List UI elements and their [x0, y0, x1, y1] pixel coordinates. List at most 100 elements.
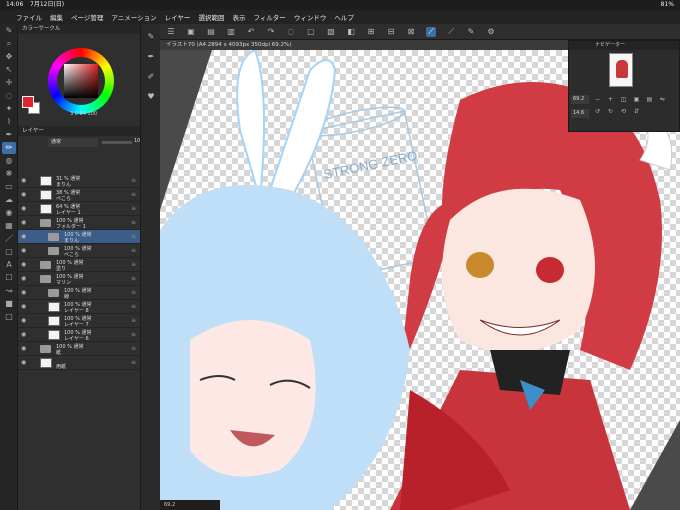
- canvas-tab[interactable]: イラスト70 (A4 2894 x 4093px 350dpi 69.2%): [160, 40, 570, 50]
- stabilizer-icon[interactable]: ⟋: [446, 27, 456, 37]
- layer-drag-handle-icon[interactable]: ≡: [131, 275, 136, 282]
- snap-icon[interactable]: ⊞: [366, 27, 376, 37]
- layer-drag-handle-icon[interactable]: ≡: [131, 261, 136, 268]
- undo-icon[interactable]: ↶: [246, 27, 256, 37]
- zoom-icon[interactable]: ⌕: [2, 38, 16, 50]
- main-color-swatch[interactable]: [22, 96, 34, 108]
- menu-window[interactable]: ウィンドウ: [294, 12, 327, 22]
- navigator-zoom-value[interactable]: 69.2: [571, 95, 589, 104]
- visibility-eye-icon[interactable]: ◉: [21, 219, 26, 226]
- layer-row[interactable]: ◉ 100 % 通常 レイヤー 6 ≡: [18, 328, 140, 342]
- selection-icon[interactable]: ◌: [286, 27, 296, 37]
- visibility-eye-icon[interactable]: ◉: [21, 359, 26, 366]
- layer-row[interactable]: ◉ 100 % 通常 塗り ≡: [18, 258, 140, 272]
- figure-icon[interactable]: ／: [2, 233, 16, 245]
- layer-drag-handle-icon[interactable]: ≡: [131, 219, 136, 226]
- transparent-color-icon[interactable]: □: [2, 311, 16, 323]
- menu-help[interactable]: ヘルプ: [334, 12, 354, 22]
- balloon-icon[interactable]: ☐: [2, 272, 16, 284]
- visibility-eye-icon[interactable]: ◉: [21, 289, 26, 296]
- pen-subtool-icon[interactable]: ✒: [144, 50, 158, 64]
- visibility-eye-icon[interactable]: ◉: [21, 303, 26, 310]
- actual-size-icon[interactable]: ◫: [619, 95, 628, 104]
- layer-drag-handle-icon[interactable]: ≡: [131, 233, 136, 240]
- frame-icon[interactable]: ▢: [2, 246, 16, 258]
- layer-move-icon[interactable]: ✛: [2, 77, 16, 89]
- layer-drag-handle-icon[interactable]: ≡: [131, 289, 136, 296]
- fill-icon[interactable]: ◧: [346, 27, 356, 37]
- menu-filter[interactable]: フィルター: [253, 12, 285, 22]
- brush-icon[interactable]: ✎: [466, 27, 476, 37]
- navigator-thumbnail[interactable]: [609, 53, 633, 87]
- layer-row[interactable]: ◉ 100 % 通常 ぺこら ≡: [18, 244, 140, 258]
- invert-icon[interactable]: ▧: [326, 27, 336, 37]
- layer-drag-handle-icon[interactable]: ≡: [131, 191, 136, 198]
- visibility-eye-icon[interactable]: ◉: [21, 247, 26, 254]
- pen-icon[interactable]: ✒: [2, 129, 16, 141]
- menu-icon[interactable]: ☰: [166, 27, 176, 37]
- layer-drag-handle-icon[interactable]: ≡: [131, 345, 136, 352]
- saturation-value-square[interactable]: [64, 64, 98, 98]
- fill-bucket-icon[interactable]: ◉: [2, 207, 16, 219]
- opacity-slider[interactable]: [102, 141, 132, 144]
- save-icon[interactable]: ▥: [226, 27, 236, 37]
- menu-edit[interactable]: 編集: [50, 12, 63, 22]
- visibility-eye-icon[interactable]: ◉: [21, 275, 26, 282]
- pencil-subtool-icon[interactable]: ✎: [144, 30, 158, 44]
- layer-row[interactable]: ◉ 100 % 通常 レイヤー 8 ≡: [18, 300, 140, 314]
- navigator-rotation-value[interactable]: 14.6: [571, 109, 589, 118]
- color-wheel[interactable]: [48, 48, 114, 114]
- settings-icon[interactable]: ⚙: [486, 27, 496, 37]
- magic-wand-icon[interactable]: ✦: [2, 103, 16, 115]
- ruler-icon[interactable]: ⊟: [386, 27, 396, 37]
- brush-settings-icon[interactable]: ✎: [2, 25, 16, 37]
- airbrush-icon[interactable]: ◍: [2, 155, 16, 167]
- decoration-icon[interactable]: ❋: [2, 168, 16, 180]
- layer-drag-handle-icon[interactable]: ≡: [131, 359, 136, 366]
- gradient-icon[interactable]: ▦: [2, 220, 16, 232]
- rotate-left-icon[interactable]: ↺: [593, 107, 602, 116]
- menu-page[interactable]: ページ管理: [71, 12, 103, 22]
- visibility-eye-icon[interactable]: ◉: [21, 261, 26, 268]
- layer-row[interactable]: ◉ 用紙 ≡: [18, 356, 140, 370]
- redo-icon[interactable]: ↷: [266, 27, 276, 37]
- layer-row[interactable]: ◉ 100 % 通常線 ≡: [18, 286, 140, 300]
- menu-view[interactable]: 表示: [232, 12, 245, 22]
- layer-row[interactable]: ◉ 100 % 通常 フォルダー 1 ≡: [18, 216, 140, 230]
- layer-row[interactable]: ◉ 64 % 通常 レイヤー 1 ≡: [18, 202, 140, 216]
- lasso-icon[interactable]: ◌: [2, 90, 16, 102]
- layer-row[interactable]: ◉ 100 % 通常紙 ≡: [18, 342, 140, 356]
- operation-icon[interactable]: ↖: [2, 64, 16, 76]
- layer-drag-handle-icon[interactable]: ≡: [131, 247, 136, 254]
- eyedropper-icon[interactable]: ⌇: [2, 116, 16, 128]
- layer-row[interactable]: ◉ 100 % 通常 レイヤー 7 ≡: [18, 314, 140, 328]
- layer-row[interactable]: ◉ 31 % 通常 まりん ≡: [18, 174, 140, 188]
- text-icon[interactable]: A: [2, 259, 16, 271]
- pencil-icon[interactable]: ✏: [2, 142, 16, 154]
- layer-drag-handle-icon[interactable]: ≡: [131, 331, 136, 338]
- fit-icon[interactable]: ▣: [632, 95, 641, 104]
- blend-icon[interactable]: ☁: [2, 194, 16, 206]
- visibility-eye-icon[interactable]: ◉: [21, 177, 26, 184]
- deselect-icon[interactable]: ▢: [306, 27, 316, 37]
- eraser-icon[interactable]: ▭: [2, 181, 16, 193]
- layer-row[interactable]: ◉ 100 % 通常 まりん ≡: [18, 230, 140, 244]
- layer-drag-handle-icon[interactable]: ≡: [131, 205, 136, 212]
- open-icon[interactable]: ▤: [206, 27, 216, 37]
- grid-icon[interactable]: ⊠: [406, 27, 416, 37]
- rotate-right-icon[interactable]: ↻: [606, 107, 615, 116]
- visibility-eye-icon[interactable]: ◉: [21, 233, 26, 240]
- visibility-eye-icon[interactable]: ◉: [21, 317, 26, 324]
- brush-subtool-icon[interactable]: ♥: [144, 90, 158, 104]
- visibility-eye-icon[interactable]: ◉: [21, 345, 26, 352]
- zoom-out-icon[interactable]: −: [593, 95, 602, 104]
- new-file-icon[interactable]: ▣: [186, 27, 196, 37]
- menu-animation[interactable]: アニメーション: [111, 12, 156, 22]
- layer-row[interactable]: ◉ 100 % 通常 マリン ≡: [18, 272, 140, 286]
- visibility-eye-icon[interactable]: ◉: [21, 191, 26, 198]
- marker-subtool-icon[interactable]: ✐: [144, 70, 158, 84]
- blend-mode-select[interactable]: 通常: [48, 138, 98, 147]
- layer-drag-handle-icon[interactable]: ≡: [131, 317, 136, 324]
- flip-vertical-icon[interactable]: ⇵: [632, 107, 641, 116]
- menu-selection[interactable]: 選択範囲: [198, 12, 224, 22]
